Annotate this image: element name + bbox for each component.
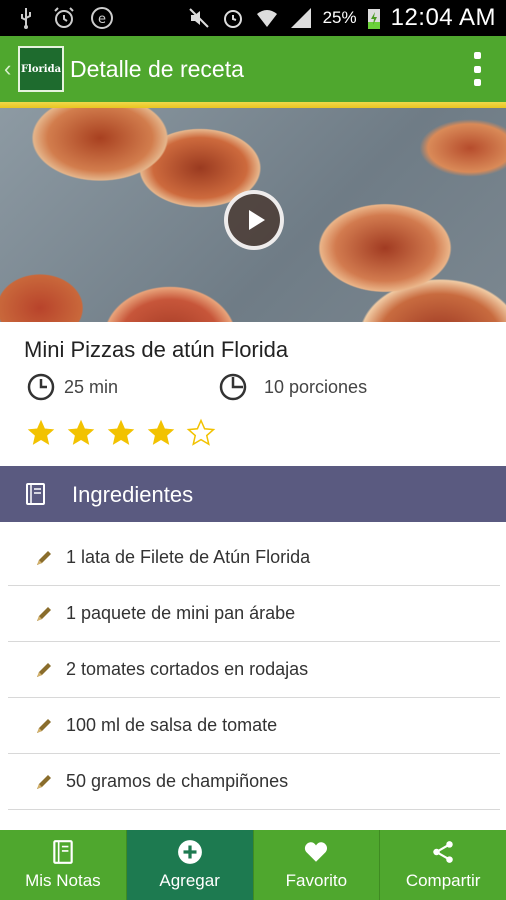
tab-label: Favorito	[285, 871, 348, 890]
share-icon	[433, 841, 453, 863]
pencil-icon	[37, 775, 51, 789]
mute-icon	[188, 8, 209, 28]
battery-percent: 25%	[322, 8, 357, 27]
svg-text:e: e	[98, 12, 106, 27]
star-filled-icon[interactable]	[146, 418, 176, 448]
alarm-clock-icon	[223, 10, 242, 28]
clock: 12:04 AM	[390, 4, 496, 31]
alarm-icon	[54, 7, 74, 28]
overflow-menu-icon[interactable]	[472, 52, 482, 86]
ingredient-item[interactable]: 50 gramos de champiñones	[8, 754, 500, 810]
star-filled-icon[interactable]	[66, 418, 96, 448]
ingredient-item[interactable]: 100 ml de salsa de tomate	[8, 698, 500, 754]
tab-label: Agregar	[159, 871, 220, 890]
portions: 10 porciones	[218, 372, 367, 402]
back-chevron-icon[interactable]: ‹	[4, 56, 11, 82]
tab-label: Mis Notas	[25, 871, 101, 890]
star-empty-icon[interactable]	[186, 418, 216, 448]
ingredient-item[interactable]: 2 tomates cortados en rodajas	[8, 642, 500, 698]
logo-text: Florida	[20, 63, 62, 75]
app-bar: ‹ Florida Detalle de receta	[0, 36, 506, 102]
prep-time-value: 25 min	[64, 376, 119, 397]
tab-label: Compartir	[405, 871, 481, 890]
portions-icon	[219, 373, 247, 401]
heart-icon	[305, 842, 328, 862]
eset-icon: e	[91, 7, 113, 29]
tab-agregar[interactable]: Agregar	[126, 830, 254, 900]
ingredients-title: Ingredientes	[72, 482, 194, 507]
page-title: Detalle de receta	[70, 56, 244, 82]
ingredient-text: 100 ml de salsa de tomate	[66, 715, 278, 735]
ingredient-item[interactable]: 1 paquete de mini pan árabe	[8, 586, 500, 642]
app-logo[interactable]: Florida	[18, 46, 64, 92]
tab-compartir[interactable]: Compartir	[380, 830, 506, 900]
bottom-nav: Mis Notas Agregar Favorito Compartir	[0, 830, 506, 900]
tab-favorito[interactable]: Favorito	[254, 830, 381, 900]
wifi-icon	[256, 10, 277, 27]
ingredient-text: 1 lata de Filete de Atún Florida	[66, 547, 311, 567]
battery-charging-icon	[367, 9, 380, 29]
star-filled-icon[interactable]	[106, 418, 136, 448]
usb-icon	[21, 8, 31, 29]
book-icon	[26, 483, 45, 505]
recipe-title: Mini Pizzas de atún Florida	[24, 337, 289, 362]
portions-value: 10 porciones	[264, 376, 368, 397]
ingredient-text: 1 paquete de mini pan árabe	[66, 603, 296, 623]
signal-icon	[290, 8, 311, 28]
pencil-icon	[37, 607, 51, 621]
ingredient-text: 50 gramos de champiñones	[66, 771, 289, 791]
status-bar: e 25% 12:04 AM	[0, 0, 506, 36]
notes-icon	[53, 840, 73, 864]
pencil-icon	[37, 719, 51, 733]
pencil-icon	[37, 551, 51, 565]
prep-time: 25 min	[26, 372, 118, 402]
star-filled-icon[interactable]	[26, 418, 56, 448]
clock-icon	[27, 373, 55, 401]
play-video-button[interactable]	[224, 190, 284, 250]
ingredients-header: Ingredientes	[0, 466, 506, 522]
rating-stars[interactable]	[26, 418, 216, 448]
ingredient-item[interactable]: 1 lata de Filete de Atún Florida	[8, 530, 500, 586]
add-circle-icon	[177, 840, 202, 864]
pencil-icon	[37, 663, 51, 677]
ingredient-list: 1 lata de Filete de Atún Florida 1 paquet…	[8, 530, 500, 810]
tab-mis-notas[interactable]: Mis Notas	[0, 830, 127, 900]
ingredient-text: 2 tomates cortados en rodajas	[66, 659, 309, 679]
play-icon	[248, 210, 265, 230]
